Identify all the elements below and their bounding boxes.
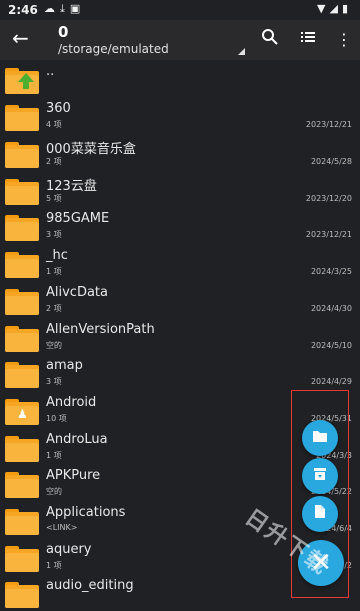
download-icon: ⤓ — [60, 2, 70, 15]
new-file-button[interactable] — [302, 496, 338, 532]
list-item[interactable]: amap 3 项 2024/4/29 — [0, 354, 360, 391]
wifi-icon: ▼ — [317, 2, 330, 15]
battery-icon: ▮ — [341, 2, 352, 15]
item-count: 5 项 — [46, 194, 62, 203]
folder-icon — [5, 546, 39, 572]
folder-icon — [5, 215, 39, 241]
list-item[interactable]: AllenVersionPath 空的 2024/5/10 — [0, 318, 360, 355]
path-dropdown-icon[interactable] — [238, 48, 245, 55]
back-arrow-icon[interactable]: ← — [12, 26, 29, 50]
folder-icon — [5, 362, 39, 388]
item-name: APKPure — [46, 468, 101, 483]
folder-icon — [5, 326, 39, 352]
item-count: 1 项 — [46, 267, 62, 276]
item-count: 空的 — [46, 487, 62, 496]
item-date: 2023/12/20 — [305, 194, 352, 203]
item-date: 2023/12/21 — [305, 120, 352, 129]
file-icon — [315, 505, 325, 518]
item-count: 3 项 — [46, 230, 62, 239]
cloud-icon: ☁ — [44, 2, 60, 15]
item-name: AllenVersionPath — [46, 322, 155, 337]
list-item[interactable]: _hc 1 项 2024/3/25 — [0, 244, 360, 281]
item-date: 2024/4/30 — [310, 304, 352, 313]
item-count: 3 项 — [46, 377, 62, 386]
item-name: 123云盘 — [46, 179, 97, 194]
archive-icon — [314, 468, 326, 480]
status-bar: 2:46 ☁⤓▣ ▼◢▮ — [0, 0, 360, 20]
more-options-icon[interactable]: ⋮ — [332, 28, 356, 52]
folder-icon — [5, 142, 39, 168]
item-count: 1 项 — [46, 451, 62, 460]
item-date: 2024/3/25 — [310, 267, 352, 276]
search-icon[interactable] — [258, 28, 282, 52]
list-item[interactable]: 985GAME 3 项 2023/12/21 — [0, 207, 360, 244]
list-item[interactable]: AlivcData 2 项 2024/4/30 — [0, 281, 360, 318]
item-name: amap — [46, 358, 83, 373]
item-name: _hc — [46, 248, 68, 263]
item-name: AlivcData — [46, 285, 108, 300]
list-item[interactable]: 123云盘 5 项 2023/12/20 — [0, 171, 360, 208]
folder-title: 0 — [58, 23, 69, 41]
list-item-parent[interactable]: .. — [0, 60, 360, 97]
folder-icon — [5, 289, 39, 315]
folder-icon — [5, 472, 39, 498]
folder-icon — [5, 252, 39, 278]
status-system-icons: ▼◢▮ — [317, 2, 352, 15]
status-time: 2:46 — [8, 3, 38, 17]
item-name: audio_editing — [46, 578, 134, 593]
path-label[interactable]: /storage/emulated — [58, 42, 169, 56]
folder-up-icon — [5, 68, 39, 94]
status-notification-icons: ☁⤓▣ — [44, 2, 85, 16]
item-count: <LINK> — [46, 523, 78, 532]
item-name: Applications — [46, 505, 126, 520]
signal-icon: ◢ — [329, 2, 342, 15]
item-count: 2 项 — [46, 157, 62, 166]
item-name: 000菜菜音乐盒 — [46, 142, 136, 157]
item-count: 4 项 — [46, 120, 62, 129]
folder-icon — [5, 582, 39, 608]
item-date: 2024/5/28 — [310, 157, 352, 166]
folder-icon — [5, 436, 39, 462]
folder-icon — [5, 105, 39, 131]
item-date: 2024/4/29 — [310, 377, 352, 386]
image-icon: ▣ — [69, 2, 86, 15]
item-name: AndroLua — [46, 432, 108, 447]
item-name: 985GAME — [46, 211, 110, 226]
folder-android-icon: ♟ — [5, 399, 39, 425]
folder-icon — [5, 509, 39, 535]
item-count: 2 项 — [46, 304, 62, 313]
item-name: Android — [46, 395, 97, 410]
list-item[interactable]: 360 4 项 2023/12/21 — [0, 97, 360, 134]
item-count: 空的 — [46, 341, 62, 350]
toolbar: ← 0 /storage/emulated ⋮ — [0, 20, 360, 60]
list-view-icon[interactable] — [296, 28, 320, 52]
item-count: 10 项 — [46, 414, 67, 423]
item-date: 2023/12/21 — [305, 230, 352, 239]
folder-icon — [313, 431, 327, 442]
item-name: aquery — [46, 542, 92, 557]
folder-icon — [5, 179, 39, 205]
new-archive-button[interactable] — [302, 458, 338, 494]
item-name: .. — [46, 64, 55, 79]
new-folder-button[interactable] — [302, 420, 338, 456]
item-count: 1 项 — [46, 561, 62, 570]
list-item[interactable]: 000菜菜音乐盒 2 项 2024/5/28 — [0, 134, 360, 171]
item-name: 360 — [46, 101, 71, 116]
item-date: 2024/5/10 — [310, 341, 352, 350]
